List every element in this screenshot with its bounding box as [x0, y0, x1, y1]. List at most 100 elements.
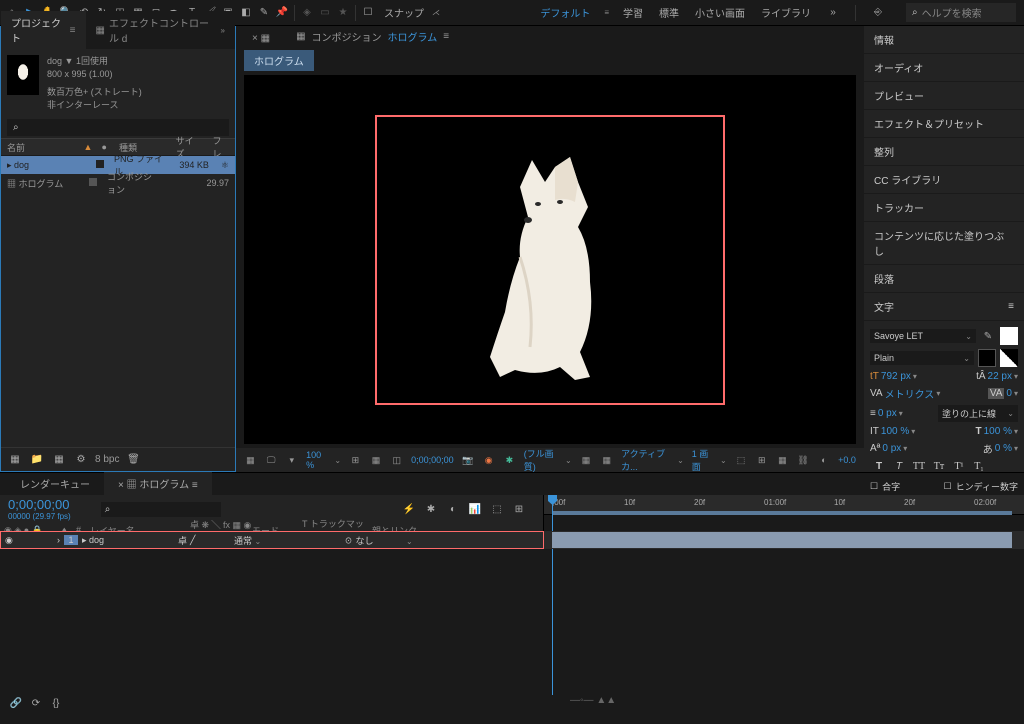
grid-icon[interactable]: ▦ [370, 452, 383, 468]
tracking-field[interactable]: VA 0 ▾ [988, 388, 1018, 399]
font-select[interactable]: Savoye LET⌄ [870, 329, 976, 343]
stroke-swatch[interactable] [978, 349, 996, 367]
snapshot-icon[interactable]: 📷 [462, 452, 475, 468]
mesh-icon[interactable]: ◈ [299, 5, 315, 21]
shy-icon[interactable]: ⚡ [401, 501, 417, 517]
zoom-slider[interactable]: —◦— ▲▲ [570, 695, 616, 706]
mask-icon[interactable]: ◫ [390, 452, 403, 468]
work-area-bar[interactable] [552, 511, 1012, 515]
res-icon[interactable]: ▾ [285, 452, 298, 468]
panel-paragraph[interactable]: 段落 [864, 265, 1024, 293]
panel-align[interactable]: 整列 [864, 138, 1024, 166]
camera-select[interactable]: アクティブカ... [621, 447, 669, 473]
shape-mode-icon[interactable]: ▭ [317, 5, 333, 21]
monitor-icon[interactable]: 🖵 [265, 452, 278, 468]
allcaps-btn[interactable]: TT [910, 460, 928, 474]
tab-render-queue[interactable]: レンダーキュー [6, 472, 104, 495]
font-size-field[interactable]: tT 792 px ▾ [870, 371, 917, 382]
hscale-field[interactable]: T 100 % ▾ [976, 426, 1018, 437]
panel-effects-presets[interactable]: エフェクト＆プリセット [864, 110, 1024, 138]
fast-icon[interactable]: ⛓ [797, 452, 810, 468]
exp-icon[interactable]: ◐ [817, 452, 830, 468]
layer-clip-bar[interactable] [552, 532, 1012, 548]
tab-timeline-comp[interactable]: × ▦ ホログラム ≡ [104, 472, 212, 495]
link-icon[interactable]: 🔗 [8, 695, 24, 711]
exposure-value[interactable]: +0.0 [838, 455, 856, 465]
alpha-icon[interactable]: ▦ [244, 452, 257, 468]
tab-effect-controls[interactable]: ▦ エフェクトコントロール d » [86, 11, 236, 49]
snap-chevron-icon[interactable]: ⋌ [432, 8, 440, 17]
superscript-btn[interactable]: T¹ [950, 460, 968, 474]
zoom-value[interactable]: 100 % [306, 450, 326, 470]
panel-info[interactable]: 情報 [864, 26, 1024, 54]
draft3d-icon[interactable]: ⬚ [489, 501, 505, 517]
composition-viewer[interactable] [244, 75, 856, 444]
roto-tool-icon[interactable]: ✎ [256, 5, 272, 21]
folder-icon[interactable]: 📁 [29, 452, 45, 468]
transparency-icon[interactable]: ▦ [600, 452, 613, 468]
trash-icon[interactable]: 🗑 [125, 452, 141, 468]
swap-swatch[interactable] [1000, 349, 1018, 367]
region-icon[interactable]: ▦ [580, 452, 593, 468]
current-timecode[interactable]: 0;00;00;00 [8, 497, 71, 512]
layer-row-dog[interactable]: ◉ › 1 ▸ dog 卓 ╱ 通常 ⌄ ☉ なし ⌄ [0, 531, 544, 549]
graph-icon[interactable]: 📊 [467, 501, 483, 517]
panel-tracker[interactable]: トラッカー [864, 194, 1024, 222]
star-icon[interactable]: ★ [335, 5, 351, 21]
timeline-search[interactable]: ⌕ [101, 502, 221, 517]
3d-icon[interactable]: ⬚ [735, 452, 748, 468]
expand-icon[interactable]: ⊞ [511, 501, 527, 517]
stroke-mode-select[interactable]: 塗りの上に線⌄ [938, 405, 1018, 422]
smallcaps-btn[interactable]: Tᴛ [930, 460, 948, 474]
comp-tab[interactable]: ▦ コンポジション ホログラム ≡ [286, 25, 459, 48]
help-search[interactable]: ⌕ ヘルプを検索 [906, 3, 1016, 22]
snap-checkbox[interactable]: ☐ [360, 5, 376, 21]
comp-breadcrumb[interactable]: ホログラム [244, 50, 314, 71]
workspace-default[interactable]: デフォルト [538, 1, 592, 24]
italic-btn[interactable]: T [890, 460, 908, 474]
new-comp-icon[interactable]: ▦ [51, 452, 67, 468]
quality-select[interactable]: (フル画質) [524, 447, 557, 473]
font-style-select[interactable]: Plain⌄ [870, 351, 974, 365]
leading-field[interactable]: tÂ 22 px ▾ [976, 371, 1018, 382]
kerning-field[interactable]: VA メトリクス ▾ [870, 386, 940, 401]
vscale-field[interactable]: IT 100 % ▾ [870, 426, 915, 437]
subscript-btn[interactable]: T₁ [970, 460, 988, 474]
layer-selection-rect[interactable] [375, 115, 725, 405]
puppet-tool-icon[interactable]: 📌 [274, 5, 290, 21]
playhead[interactable] [552, 495, 553, 695]
tab-project[interactable]: プロジェクト ≡ [1, 11, 86, 49]
share-icon[interactable]: ⎆ [870, 5, 886, 21]
interpret-icon[interactable]: ▦ [7, 452, 23, 468]
blend-icon[interactable]: ✱ [423, 501, 439, 517]
baseline-field[interactable]: Aª 0 px ▾ [870, 443, 907, 454]
stroke-width-field[interactable]: ≡ 0 px ▾ [870, 408, 903, 419]
time-value[interactable]: 0;00;00;00 [411, 455, 454, 465]
brackets-icon[interactable]: {} [48, 695, 64, 711]
overflow-icon[interactable]: » [825, 5, 841, 21]
panel-preview[interactable]: プレビュー [864, 82, 1024, 110]
settings-icon[interactable]: ⚙ [73, 452, 89, 468]
workspace-learn[interactable]: 学習 [621, 1, 645, 24]
channel-icon[interactable]: ◉ [482, 452, 495, 468]
motion-blur-icon[interactable]: ◐ [445, 501, 461, 517]
project-row-hologram[interactable]: ▦ ホログラム コンポジション 29.97 [1, 174, 235, 192]
panel-cc-library[interactable]: CC ライブラリ [864, 166, 1024, 194]
fill-swatch[interactable] [1000, 327, 1018, 345]
tsume-field[interactable]: あ 0 % ▾ [983, 441, 1018, 456]
panel-content-aware[interactable]: コンテンツに応じた塗りつぶし [864, 222, 1024, 265]
panel-character-header[interactable]: 文字≡ [864, 293, 1024, 321]
hindi-checkbox[interactable]: ☐ ヒンディー数字 [944, 480, 1018, 493]
view-select[interactable]: 1 画面 [692, 447, 712, 473]
sync-icon[interactable]: ⟳ [28, 695, 44, 711]
guides-icon[interactable]: ⊞ [755, 452, 768, 468]
time-ruler[interactable]: ;00f 10f 20f 01:00f 10f 20f 02:00f [544, 495, 1024, 515]
bpc-label[interactable]: 8 bpc [95, 454, 119, 465]
eraser-tool-icon[interactable]: ◧ [238, 5, 254, 21]
workspace-standard[interactable]: 標準 [657, 1, 681, 24]
workspace-library[interactable]: ライブラリ [759, 1, 813, 24]
workspace-small[interactable]: 小さい画面 [693, 1, 747, 24]
eyedropper-icon[interactable]: ✎ [980, 328, 996, 344]
color-icon[interactable]: ✱ [503, 452, 516, 468]
safe-icon[interactable]: ⊞ [349, 452, 362, 468]
